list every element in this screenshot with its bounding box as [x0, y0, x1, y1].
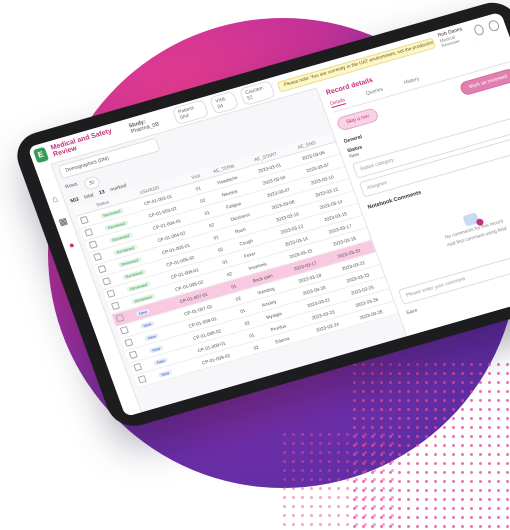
row-checkbox[interactable] [102, 277, 112, 286]
status-badge: New [135, 307, 151, 317]
review-icon[interactable]: ● [67, 240, 76, 251]
tablet-wrapper: E Medical and Safety Review Study: Pharm… [0, 0, 510, 527]
skip-row-button[interactable]: Skip a row [335, 107, 381, 132]
row-checkbox[interactable] [84, 228, 94, 237]
settings-icon[interactable] [472, 22, 486, 36]
row-checkbox[interactable] [119, 326, 129, 335]
status-badge: New [148, 344, 164, 354]
selected-count: 13 [98, 189, 106, 197]
status-badge: New [152, 356, 169, 366]
row-checkbox[interactable] [124, 338, 134, 347]
home-icon[interactable]: ⌂ [50, 193, 59, 204]
row-checkbox[interactable] [128, 350, 138, 360]
tab-details[interactable]: Details [329, 97, 347, 109]
grid-icon[interactable]: ▦ [57, 216, 69, 229]
row-checkbox[interactable] [115, 313, 125, 323]
app-logo-icon[interactable]: E [32, 146, 49, 164]
tab-history[interactable]: History [403, 76, 420, 87]
status-badge: New [144, 332, 160, 341]
total-count: 503 [69, 196, 80, 205]
row-checkbox[interactable] [79, 215, 89, 225]
total-label: total [83, 192, 95, 201]
row-checkbox[interactable] [106, 289, 116, 298]
status-badge: New [139, 320, 155, 329]
row-checkbox[interactable] [110, 301, 121, 311]
rows-label: Rows [64, 181, 79, 191]
tablet-screen: E Medical and Safety Review Study: Pharm… [27, 11, 510, 417]
row-checkbox[interactable] [88, 240, 98, 249]
row-checkbox[interactable] [137, 375, 147, 384]
status-badge: New [157, 369, 173, 378]
tab-queries[interactable]: Queries [365, 86, 384, 97]
comment-bubble-icon [461, 212, 479, 227]
row-checkbox[interactable] [93, 252, 103, 262]
tablet-device: E Medical and Safety Review Study: Pharm… [10, 0, 510, 433]
row-checkbox[interactable] [97, 264, 107, 274]
help-icon[interactable] [487, 18, 501, 32]
row-checkbox[interactable] [133, 362, 143, 372]
rows-input[interactable]: 30 [82, 175, 102, 191]
